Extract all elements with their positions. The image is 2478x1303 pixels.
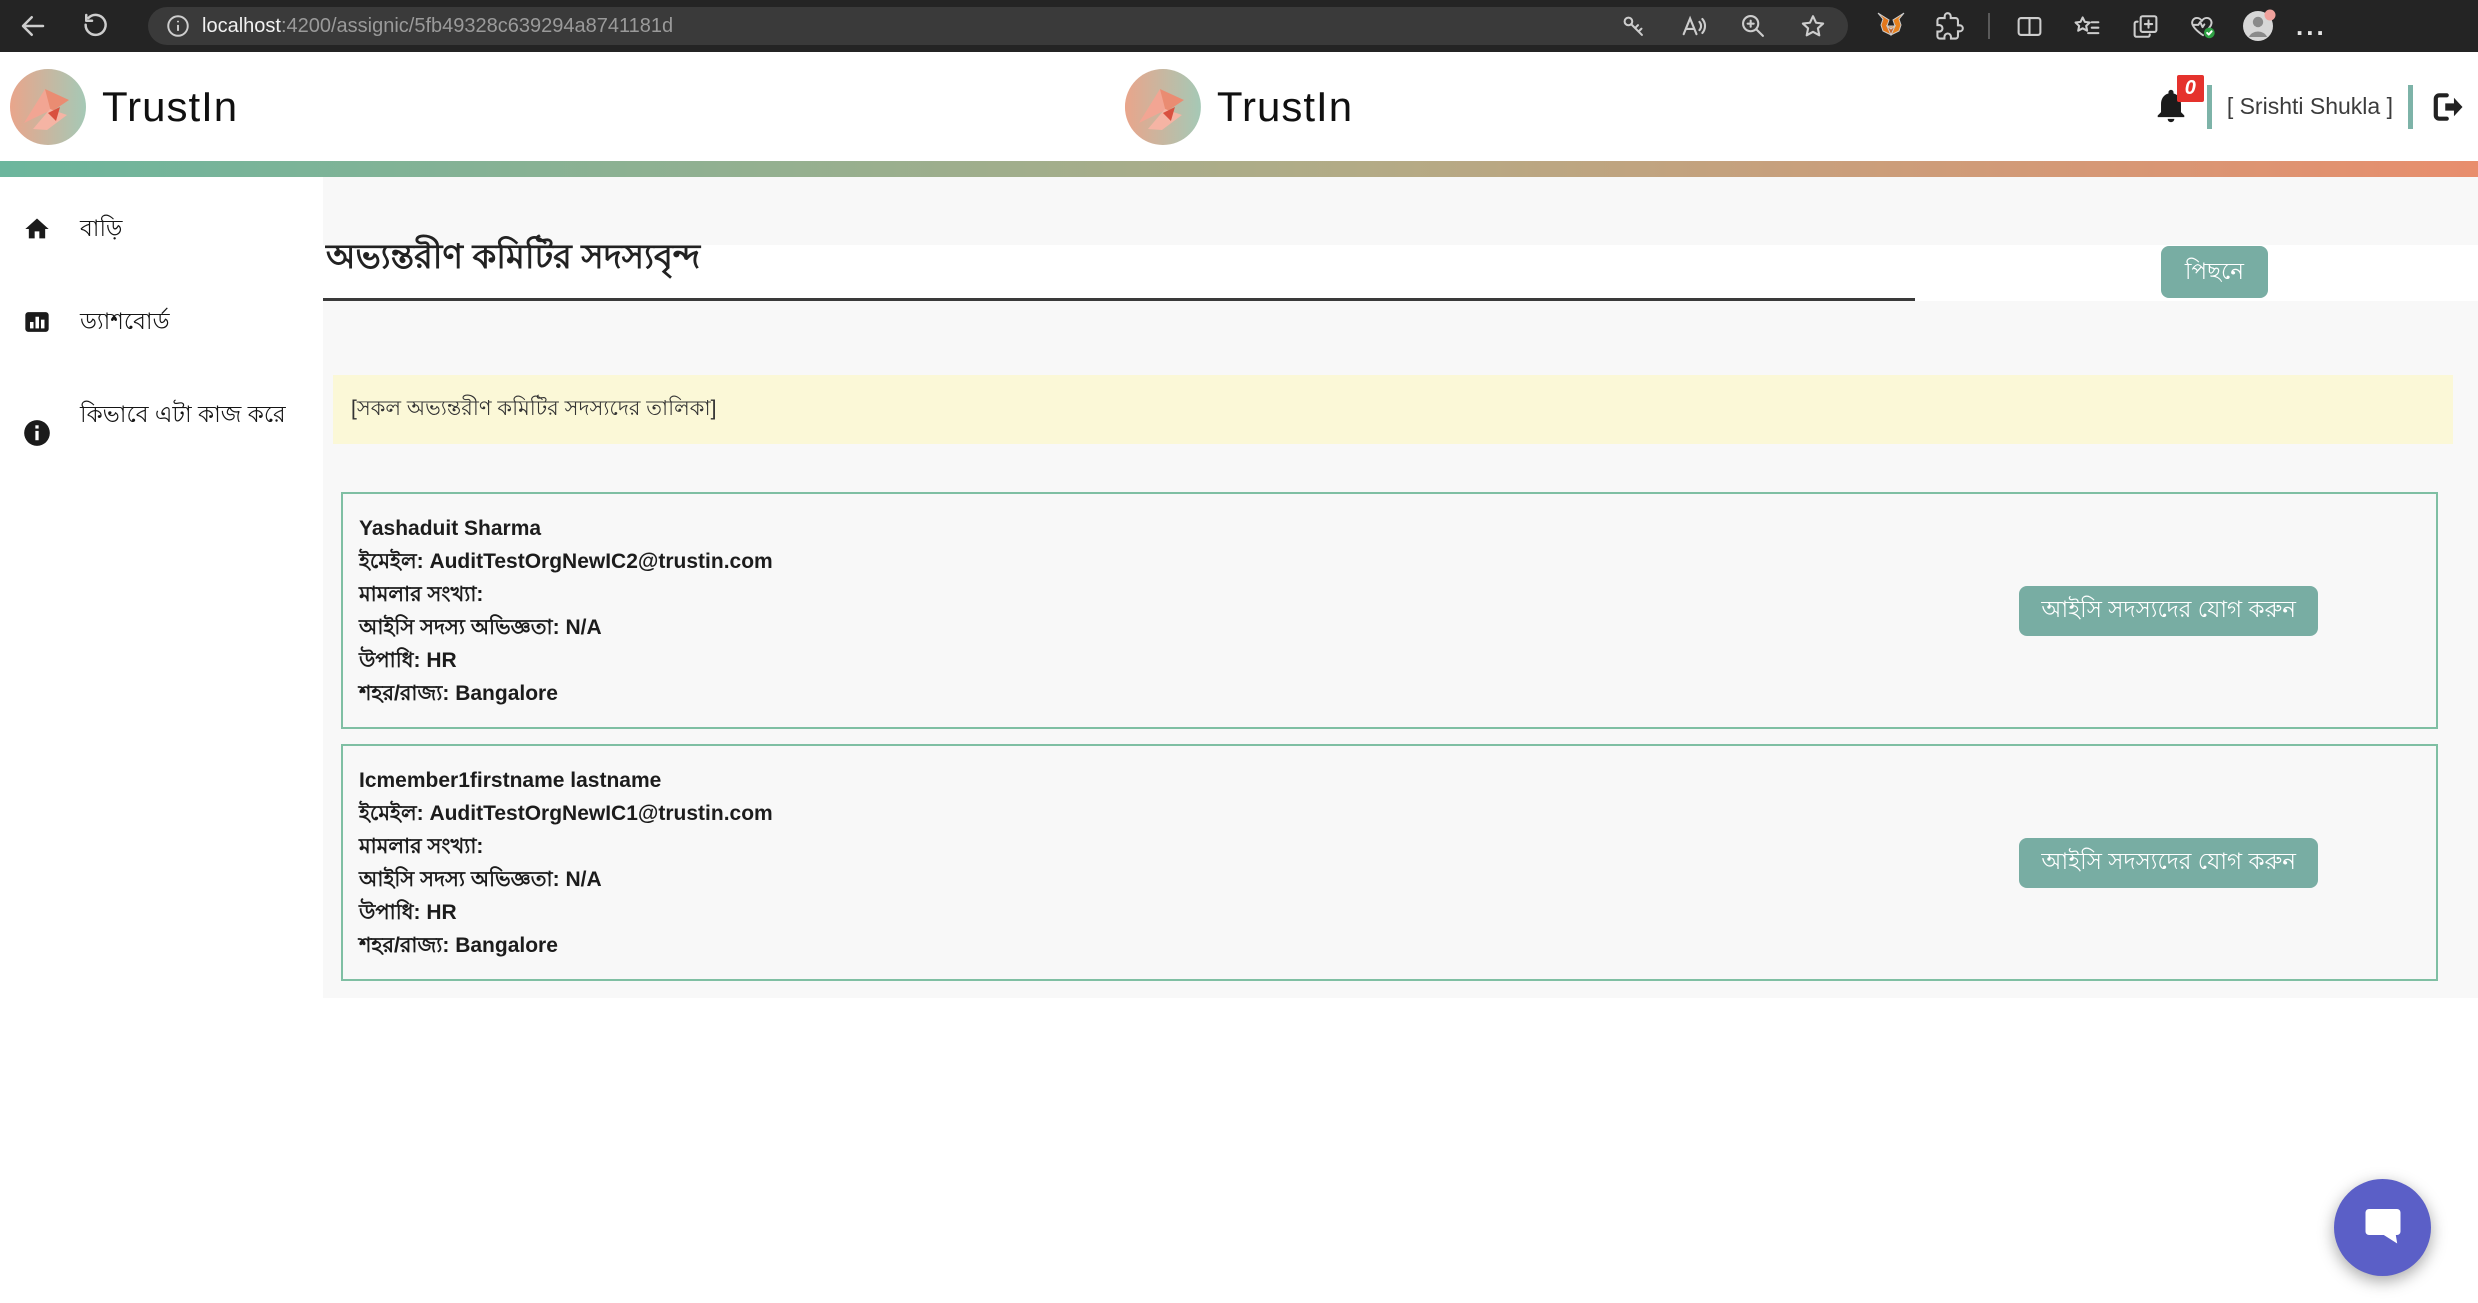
member-email-line: ইমেইল: AuditTestOrgNewIC1@trustin.com — [359, 797, 773, 830]
sidebar-item-label: ড্যাশবোর্ড — [80, 304, 170, 337]
page-title: অভ্যন্তরীণ কমিটির সদস্যবৃন্দ — [323, 231, 1915, 301]
member-city-line: শহর/রাজ্য: Bangalore — [359, 677, 773, 710]
url-path: :4200/assignic/5fb49328c639294a8741181d — [281, 15, 673, 37]
chat-bubble-icon — [2357, 1200, 2409, 1255]
user-name: [ Srishti Shukla ] — [2227, 93, 2393, 120]
brand-logo-left: TrustIn — [10, 69, 238, 145]
settings-ellipsis-icon[interactable]: ... — [2296, 11, 2327, 42]
member-cases-line: মামলার সংখ্যা: — [359, 830, 773, 863]
brand-name: TrustIn — [1217, 83, 1353, 131]
home-icon — [22, 211, 52, 243]
password-key-icon[interactable] — [1614, 7, 1652, 45]
profile-avatar[interactable] — [2242, 9, 2276, 43]
title-row: অভ্যন্তরীণ কমিটির সদস্যবৃন্দ পিছনে — [323, 245, 2478, 301]
member-designation-line: উপাধি: HR — [359, 644, 773, 677]
extensions-puzzle-icon[interactable] — [1930, 7, 1968, 45]
sidebar-item-dashboard[interactable]: ড্যাশবোর্ড — [0, 304, 323, 337]
member-designation-line: উপাধি: HR — [359, 896, 773, 929]
member-card: Yashaduit Sharma ইমেইল: AuditTestOrgNewI… — [341, 492, 2438, 729]
back-button[interactable]: পিছনে — [2161, 246, 2268, 298]
info-banner: [সকল অভ্যন্তরীণ কমিটির সদস্যদের তালিকা] — [333, 375, 2453, 444]
member-email-line: ইমেইল: AuditTestOrgNewIC2@trustin.com — [359, 545, 773, 578]
add-ic-member-button[interactable]: আইসি সদস্যদের যোগ করুন — [2019, 586, 2318, 636]
dashboard-icon — [22, 304, 52, 336]
crane-logo-icon — [10, 69, 86, 145]
toolbar-divider — [1988, 13, 1990, 39]
member-card: Icmember1firstname lastname ইমেইল: Audit… — [341, 744, 2438, 981]
collections-icon[interactable] — [2126, 7, 2164, 45]
read-aloud-icon[interactable] — [1674, 7, 1712, 45]
browser-essentials-icon[interactable] — [2184, 7, 2222, 45]
address-bar[interactable]: localhost:4200/assignic/5fb49328c639294a… — [148, 7, 1848, 45]
browser-chrome: localhost:4200/assignic/5fb49328c639294a… — [0, 0, 2478, 52]
back-icon[interactable] — [14, 7, 52, 45]
add-ic-member-button[interactable]: আইসি সদস্যদের যোগ করুন — [2019, 838, 2318, 888]
sidebar-item-label: বাড়ি — [80, 211, 122, 244]
sidebar-item-home[interactable]: বাড়ি — [0, 211, 323, 244]
member-experience-line: আইসি সদস্য অভিজ্ঞতা: N/A — [359, 863, 773, 896]
url-text: localhost:4200/assignic/5fb49328c639294a… — [202, 15, 673, 38]
notification-count-badge: 0 — [2177, 75, 2204, 102]
chat-widget-button[interactable] — [2334, 1179, 2431, 1276]
notification-bell-icon[interactable]: 0 — [2152, 87, 2192, 127]
sidebar-item-how-it-works[interactable]: কিভাবে এটা কাজ করে — [0, 397, 323, 447]
site-info-icon[interactable] — [164, 7, 192, 45]
brand-name: TrustIn — [102, 83, 238, 131]
url-host: localhost — [202, 15, 281, 37]
favorite-star-icon[interactable] — [1794, 7, 1832, 45]
refresh-icon[interactable] — [76, 7, 114, 45]
header-divider — [2408, 85, 2413, 129]
member-city-line: শহর/রাজ্য: Bangalore — [359, 929, 773, 962]
gradient-divider — [0, 161, 2478, 177]
sidebar-item-label: কিভাবে এটা কাজ করে — [80, 397, 286, 430]
favorites-bar-icon[interactable] — [2068, 7, 2106, 45]
screen: localhost:4200/assignic/5fb49328c639294a… — [0, 0, 2478, 1303]
info-icon — [22, 397, 52, 447]
member-cases-line: মামলার সংখ্যা: — [359, 578, 773, 611]
brand-logo-center: TrustIn — [1125, 69, 1353, 145]
member-name: Yashaduit Sharma — [359, 512, 773, 545]
metamask-icon[interactable] — [1872, 7, 1910, 45]
header-divider — [2207, 85, 2212, 129]
member-experience-line: আইসি সদস্য অভিজ্ঞতা: N/A — [359, 611, 773, 644]
main-content: অভ্যন্তরীণ কমিটির সদস্যবৃন্দ পিছনে [সকল … — [323, 177, 2478, 998]
app-header: TrustIn TrustIn 0 [ Srishti Shukla ] — [0, 52, 2478, 161]
split-screen-icon[interactable] — [2010, 7, 2048, 45]
crane-logo-icon — [1125, 69, 1201, 145]
zoom-in-icon[interactable] — [1734, 7, 1772, 45]
logout-icon[interactable] — [2428, 89, 2464, 125]
sidebar: বাড়ি ড্যাশবোর্ড কিভাবে এটা কাজ করে — [0, 177, 323, 507]
member-name: Icmember1firstname lastname — [359, 764, 773, 797]
